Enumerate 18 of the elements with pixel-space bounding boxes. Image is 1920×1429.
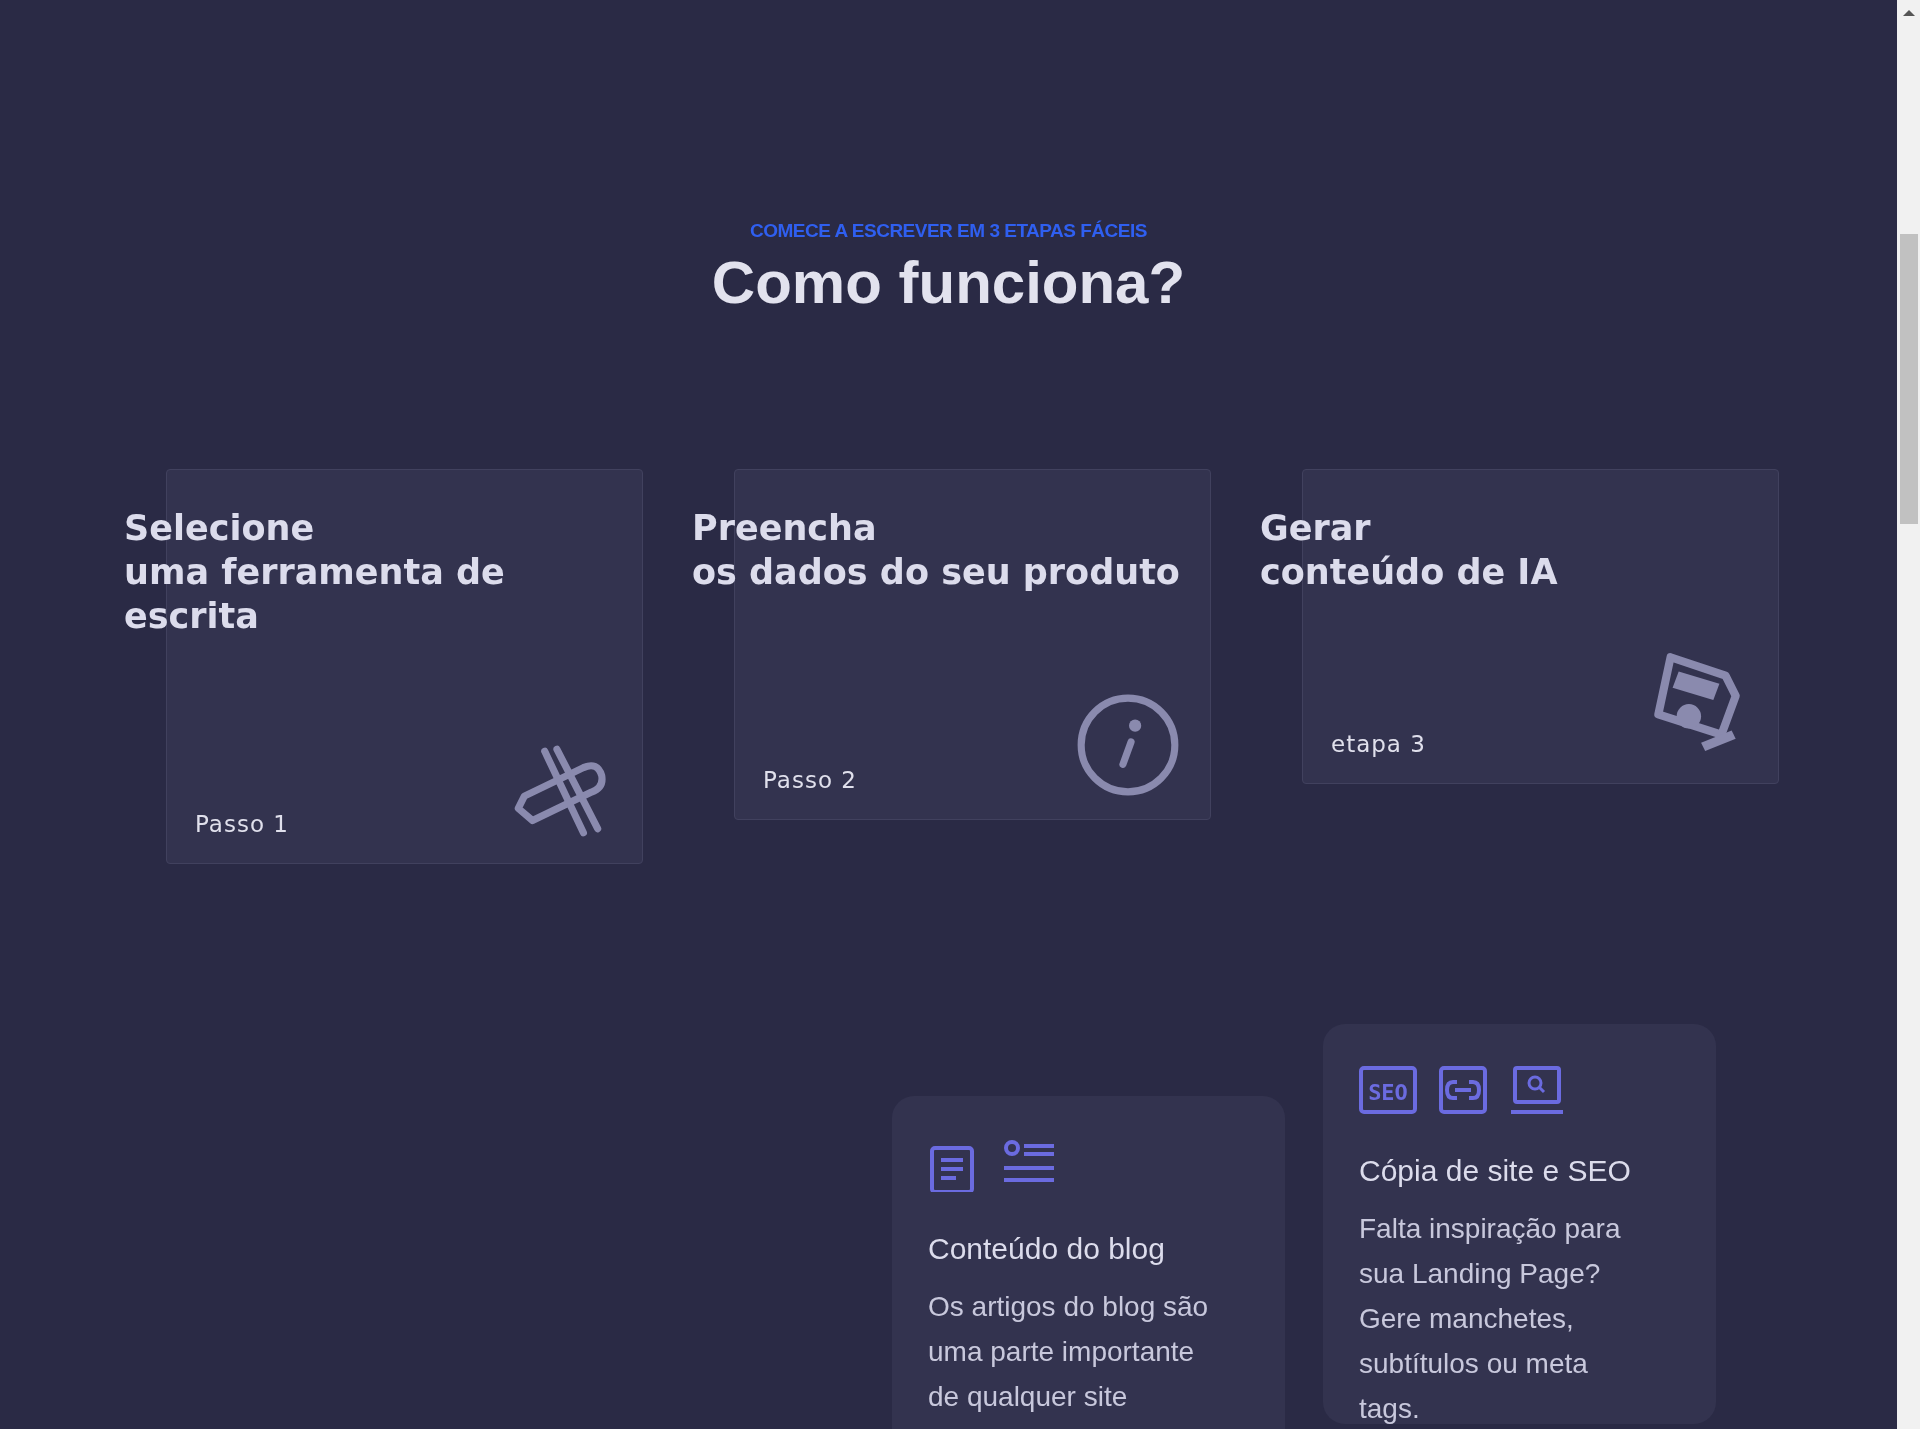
laptop-search-icon [1509, 1066, 1565, 1114]
step-title: Preencha os dados do seu produto [692, 507, 1181, 594]
feature-text: Os artigos do blog são uma parte importante de qualquer site [928, 1290, 1210, 1414]
feature-text: Falta inspiração para sua Landing Page? Gere manchetes, subtítulos ou meta tags. [1359, 1212, 1622, 1426]
feature-title: Cópia de site e SEO [1359, 1154, 1632, 1188]
feature-title: Conteúdo do blog [928, 1232, 1166, 1266]
scroll-up-arrow-icon[interactable] [1902, 10, 1915, 16]
step-title: Selecione uma ferramenta de escrita [124, 507, 506, 638]
step-label: Passo 2 [763, 767, 857, 793]
section-title: Como funciona? [711, 248, 1186, 317]
section-eyebrow: COMECE A ESCREVER EM 3 ETAPAS FÁCEIS [750, 220, 1147, 242]
scrollbar-thumb[interactable] [1899, 234, 1918, 524]
step-label: etapa 3 [1331, 731, 1426, 757]
seo-badge-icon: SEO [1359, 1066, 1417, 1114]
link-icon [1439, 1066, 1487, 1114]
step-label: Passo 1 [195, 811, 289, 837]
step-title: Gerar conteúdo de IA [1260, 507, 1559, 594]
scrollbar[interactable] [1897, 0, 1920, 1429]
